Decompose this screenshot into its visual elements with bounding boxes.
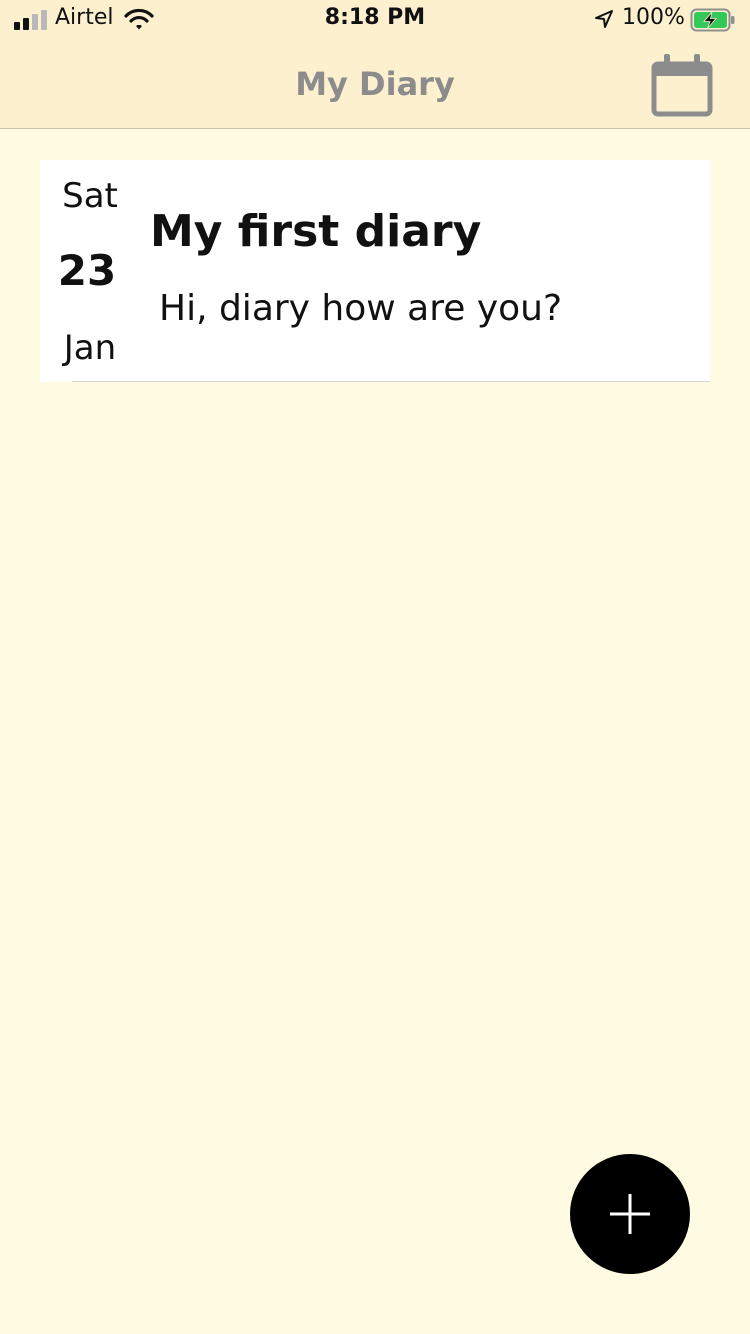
battery-percent: 100%: [622, 5, 685, 30]
entry-body: Hi, diary how are you?: [159, 288, 563, 329]
diary-entry-card[interactable]: Sat 23 Jan My first diary Hi, diary how …: [40, 160, 710, 382]
battery-charging-icon: [690, 8, 735, 32]
calendar-icon[interactable]: [650, 50, 714, 118]
entry-weekday: Sat: [62, 176, 118, 216]
page-title: My Diary: [295, 65, 455, 103]
location-arrow-icon: [595, 10, 613, 28]
entry-month: Jan: [63, 328, 117, 368]
status-bar: Airtel 8:18 PM 100%: [0, 0, 750, 40]
entry-day: 23: [57, 246, 117, 295]
app-header: My Diary: [0, 40, 750, 129]
plus-icon: [610, 1194, 650, 1234]
entry-title: My first diary: [150, 206, 482, 257]
add-entry-button[interactable]: [570, 1154, 690, 1274]
entry-divider: [72, 381, 710, 382]
